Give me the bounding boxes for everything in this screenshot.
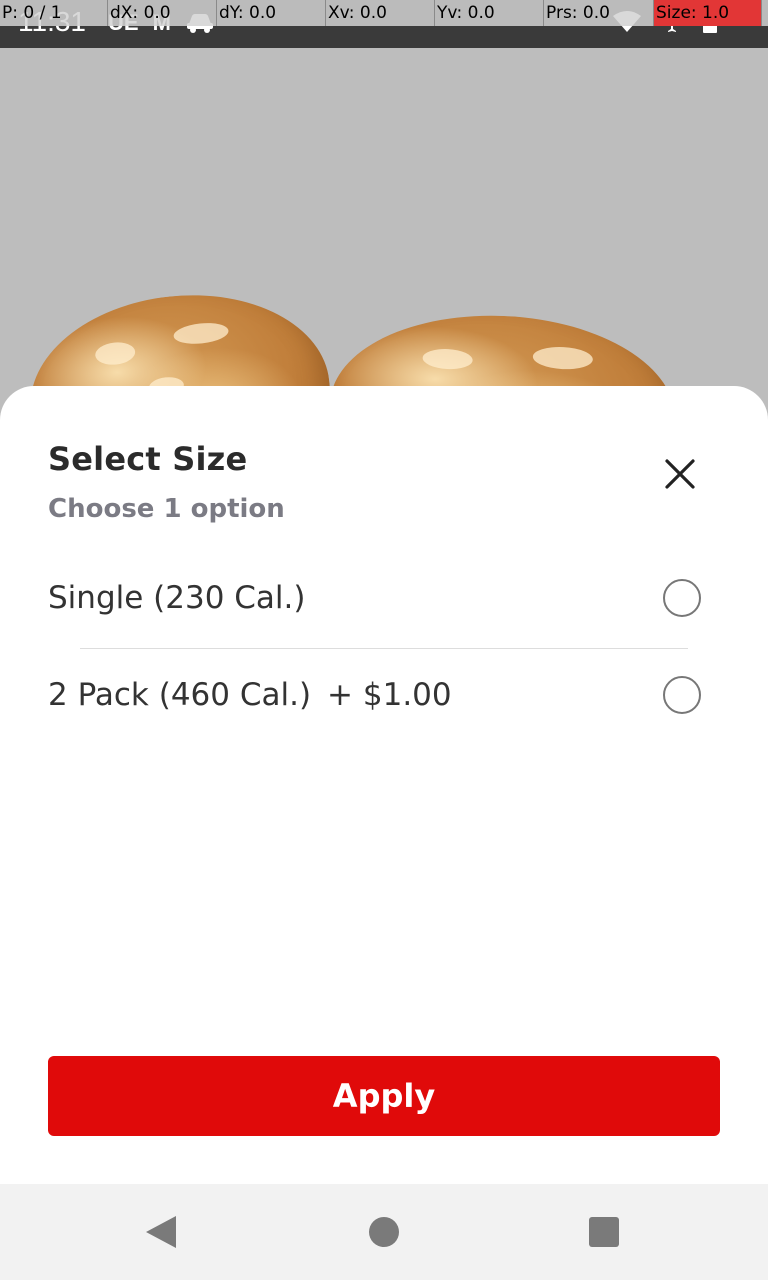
debug-pointer: P: 0 / 1 xyxy=(0,0,108,26)
close-button[interactable] xyxy=(656,450,704,498)
option-radio[interactable] xyxy=(663,676,701,714)
option-label: 2 Pack (460 Cal.) + $1.00 xyxy=(48,677,452,713)
size-option-2-pack[interactable]: 2 Pack (460 Cal.) + $1.00 xyxy=(48,649,720,745)
home-icon[interactable] xyxy=(369,1217,399,1247)
pointer-debug-overlay: P: 0 / 1 dX: 0.0 dY: 0.0 Xv: 0.0 Yv: 0.0… xyxy=(0,0,768,26)
debug-size: Size: 1.0 xyxy=(654,0,762,26)
debug-yv: Yv: 0.0 xyxy=(435,0,544,26)
option-label: Single (230 Cal.) xyxy=(48,580,305,616)
debug-dx: dX: 0.0 xyxy=(108,0,217,26)
select-size-sheet: Select Size Choose 1 option Single (230 … xyxy=(0,386,768,1184)
navigation-bar xyxy=(0,1184,768,1280)
size-option-single[interactable]: Single (230 Cal.) xyxy=(48,552,720,648)
product-image xyxy=(0,0,768,420)
option-radio[interactable] xyxy=(663,579,701,617)
option-name: 2 Pack (460 Cal.) xyxy=(48,677,312,713)
sheet-subtitle: Choose 1 option xyxy=(48,494,285,524)
debug-dy: dY: 0.0 xyxy=(217,0,326,26)
sheet-title: Select Size xyxy=(48,440,248,478)
recents-icon[interactable] xyxy=(589,1217,619,1247)
debug-prs: Prs: 0.0 xyxy=(544,0,654,26)
back-icon[interactable] xyxy=(146,1216,176,1248)
close-icon xyxy=(665,459,695,489)
apply-button[interactable]: Apply xyxy=(48,1056,720,1136)
option-price: + $1.00 xyxy=(327,677,452,713)
debug-xv: Xv: 0.0 xyxy=(326,0,435,26)
option-name: Single (230 Cal.) xyxy=(48,580,306,616)
